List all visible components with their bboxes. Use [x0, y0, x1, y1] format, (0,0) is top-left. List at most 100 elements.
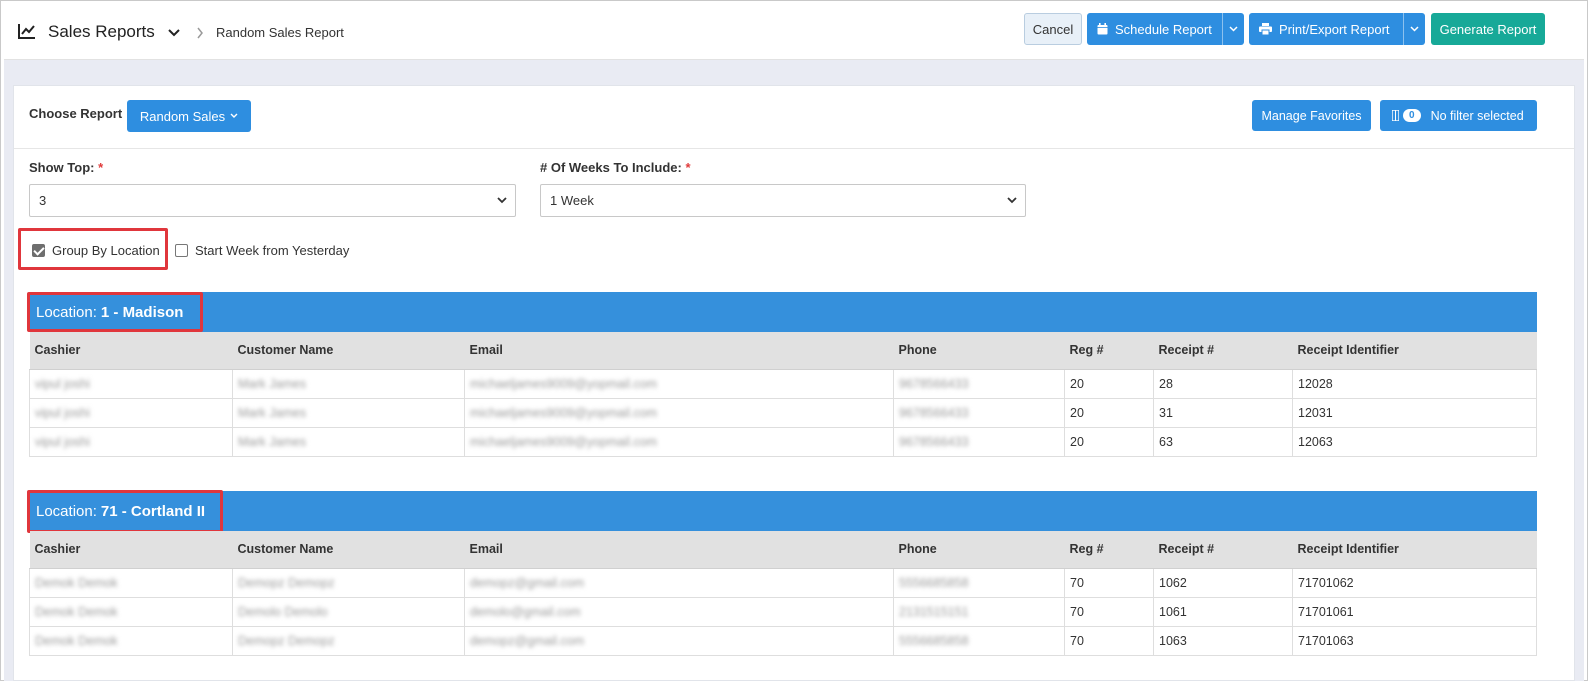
filter-status-label: No filter selected [1430, 108, 1524, 123]
generate-report-button[interactable]: Generate Report [1431, 13, 1545, 45]
show-top-label: Show Top: * [29, 160, 104, 175]
manage-favorites-label: Manage Favorites [1261, 108, 1362, 123]
cell-customer-name: Demopz Demopz [232, 625, 465, 656]
column-header-receipt-identifier: Receipt Identifier [1292, 531, 1537, 569]
cell-phone: 5556685858 [893, 625, 1065, 656]
printer-icon [1259, 23, 1272, 35]
cell-receipt-identifier: 12063 [1292, 426, 1537, 457]
cell-phone: 9678566433 [893, 397, 1065, 428]
cell-email: demolo@gmail.com [464, 596, 894, 627]
cell-receipt-identifier: 71701062 [1292, 567, 1537, 598]
report-selector-button[interactable]: Random Sales [127, 100, 251, 132]
cell-customer-name: Mark James [232, 397, 465, 428]
cell-receipt-identifier: 12031 [1292, 397, 1537, 428]
column-header-receipt-identifier: Receipt Identifier [1292, 332, 1537, 370]
cell-receipt: 31 [1153, 397, 1293, 428]
cell-receipt: 28 [1153, 368, 1293, 399]
chevron-down-icon[interactable] [168, 28, 180, 38]
cell-email: michaeljames9009@yopmail.com [464, 368, 894, 399]
cell-cashier: Demok Demok [29, 567, 233, 598]
cell-email: michaeljames9009@yopmail.com [464, 426, 894, 457]
selected-report-label: Random Sales [139, 108, 226, 124]
checkbox-unchecked[interactable] [175, 244, 188, 257]
print-export-main[interactable]: Print/Export Report [1249, 13, 1403, 45]
cell-cashier: vipul joshi [29, 368, 233, 399]
cell-receipt: 1061 [1153, 596, 1293, 627]
location-header-cortland: Location: 71 - Cortland II [29, 491, 1537, 531]
cell-cashier: Demok Demok [29, 625, 233, 656]
column-header-cashier: Cashier [29, 531, 233, 569]
cell-reg: 70 [1064, 625, 1154, 656]
schedule-report-main[interactable]: Schedule Report [1087, 13, 1222, 45]
report-table-madison: Cashier Customer Name Email Phone Reg # … [29, 332, 1537, 457]
column-header-customer-name: Customer Name [232, 531, 465, 569]
schedule-report-button[interactable]: Schedule Report [1087, 13, 1244, 45]
table-row: vipul joshi Mark James michaeljames9009@… [29, 397, 1537, 428]
cell-receipt-identifier: 71701063 [1292, 625, 1537, 656]
cell-customer-name: Demolo Demolo [232, 596, 465, 627]
chevron-down-icon [497, 197, 507, 204]
breadcrumb: Random Sales Report [216, 25, 344, 40]
cell-email: demopz@gmail.com [464, 567, 894, 598]
column-header-customer-name: Customer Name [232, 332, 465, 370]
cell-phone: 9678566433 [893, 368, 1065, 399]
table-row: Demok Demok Demopz Demopz demopz@gmail.c… [29, 625, 1537, 656]
start-week-label: Start Week from Yesterday [195, 243, 350, 258]
cell-cashier: vipul joshi [29, 397, 233, 428]
choose-report-label: Choose Report [29, 106, 123, 121]
cell-email: michaeljames9009@yopmail.com [464, 397, 894, 428]
weeks-label: # Of Weeks To Include: * [540, 160, 691, 175]
column-header-phone: Phone [893, 531, 1065, 569]
schedule-report-label: Schedule Report [1115, 21, 1212, 37]
cell-reg: 20 [1064, 426, 1154, 457]
table-row: Demok Demok Demopz Demopz demopz@gmail.c… [29, 567, 1537, 598]
highlight-box [27, 292, 203, 332]
cancel-button[interactable]: Cancel [1024, 13, 1082, 45]
filter-button[interactable]: 0 No filter selected [1380, 100, 1537, 131]
line-chart-icon [18, 24, 35, 39]
filter-icon [1392, 110, 1399, 121]
manage-favorites-button[interactable]: Manage Favorites [1252, 100, 1371, 131]
print-export-label: Print/Export Report [1279, 21, 1390, 37]
cell-phone: 9678566433 [893, 426, 1065, 457]
column-header-receipt: Receipt # [1153, 531, 1293, 569]
cell-email: demopz@gmail.com [464, 625, 894, 656]
cell-phone: 2131515151 [893, 596, 1065, 627]
schedule-report-dropdown[interactable] [1222, 13, 1244, 45]
column-header-receipt: Receipt # [1153, 332, 1293, 370]
table-header-row: Cashier Customer Name Email Phone Reg # … [29, 531, 1537, 569]
chevron-down-icon [1007, 197, 1017, 204]
table-row: vipul joshi Mark James michaeljames9009@… [29, 368, 1537, 399]
weeks-select[interactable]: 1 Week [540, 184, 1026, 217]
table-header-row: Cashier Customer Name Email Phone Reg # … [29, 332, 1537, 370]
show-top-select[interactable]: 3 [29, 184, 516, 217]
show-top-value: 3 [39, 193, 47, 208]
column-header-reg: Reg # [1064, 332, 1154, 370]
cell-reg: 20 [1064, 368, 1154, 399]
cell-customer-name: Mark James [232, 426, 465, 457]
table-row: Demok Demok Demolo Demolo demolo@gmail.c… [29, 596, 1537, 627]
print-export-button[interactable]: Print/Export Report [1249, 13, 1425, 45]
page-title: Sales Reports [48, 22, 155, 41]
cell-phone: 5556685858 [893, 567, 1065, 598]
section-divider [14, 148, 1574, 149]
checkbox-checked[interactable] [32, 244, 45, 257]
chevron-down-icon [1410, 26, 1419, 32]
start-week-yesterday-checkbox[interactable]: Start Week from Yesterday [175, 243, 349, 258]
chevron-down-icon [230, 113, 238, 118]
cell-receipt-identifier: 71701061 [1292, 596, 1537, 627]
group-by-location-checkbox[interactable]: Group By Location [32, 243, 160, 258]
column-header-email: Email [464, 332, 894, 370]
cell-cashier: Demok Demok [29, 596, 233, 627]
required-mark: * [685, 160, 691, 175]
highlight-box [27, 490, 223, 533]
cell-reg: 70 [1064, 596, 1154, 627]
cancel-button-label: Cancel [1032, 21, 1074, 37]
cell-cashier: vipul joshi [29, 426, 233, 457]
generate-report-label: Generate Report [1439, 21, 1537, 37]
required-mark: * [98, 160, 104, 175]
report-table-cortland: Cashier Customer Name Email Phone Reg # … [29, 531, 1537, 656]
print-export-dropdown[interactable] [1403, 13, 1425, 45]
cell-receipt: 1063 [1153, 625, 1293, 656]
cell-receipt: 63 [1153, 426, 1293, 457]
